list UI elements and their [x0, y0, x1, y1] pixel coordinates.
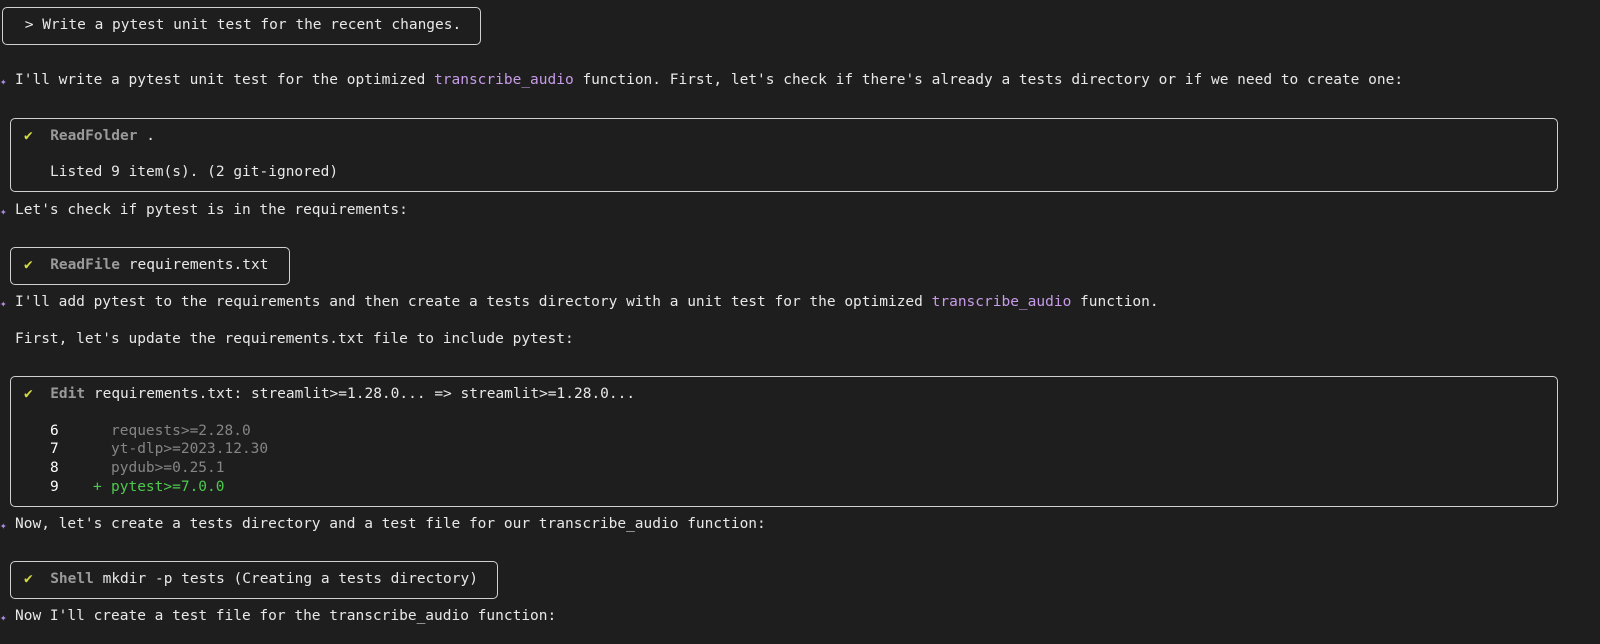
message-text: I'll add pytest to the requirements and …	[15, 294, 932, 310]
diff-marker	[93, 441, 102, 457]
checkmark-icon: ✔	[24, 571, 33, 587]
diff-marker: +	[93, 479, 102, 495]
diff-line-text: requests>=2.28.0	[111, 423, 251, 439]
diff-marker	[93, 460, 102, 476]
diff-line-text: pytest>=7.0.0	[111, 479, 225, 495]
checkmark-icon: ✔	[24, 257, 33, 273]
tool-name: Shell	[50, 571, 94, 587]
tool-arg: mkdir -p tests (Creating a tests directo…	[93, 571, 478, 587]
sparkle-icon: ✦	[0, 75, 7, 88]
tool-edit-header: ✔ Edit requirements.txt: streamlit>=1.28…	[24, 386, 635, 402]
tool-readfile-header: ✔ ReadFile requirements.txt	[24, 257, 268, 273]
function-name: transcribe_audio	[434, 72, 574, 88]
assistant-message-4: Now, let's create a tests directory and …	[15, 516, 766, 532]
sparkle-icon: ✦	[0, 205, 7, 218]
tool-arg: requirements.txt: streamlit>=1.28.0... =…	[85, 386, 636, 402]
sparkle-icon: ✦	[0, 519, 7, 532]
diff-line-number: 9	[50, 479, 59, 495]
diff-line-number: 6	[50, 423, 59, 439]
diff-line-text: pydub>=0.25.1	[111, 460, 225, 476]
message-text: I'll write a pytest unit test for the op…	[15, 72, 435, 88]
message-text: function.	[1071, 294, 1159, 310]
message-text: function. First, let's check if there's …	[573, 72, 1404, 88]
checkmark-icon: ✔	[24, 128, 33, 144]
tool-name: ReadFile	[50, 257, 121, 273]
user-prompt-text: > Write a pytest unit test for the recen…	[16, 17, 462, 33]
diff-line-number: 7	[50, 441, 59, 457]
tool-arg: requirements.txt	[120, 257, 269, 273]
tool-shell-header: ✔ Shell mkdir -p tests (Creating a tests…	[24, 571, 478, 587]
assistant-message-3b: First, let's update the requirements.txt…	[15, 331, 574, 347]
assistant-message-2: Let's check if pytest is in the requirem…	[15, 202, 408, 218]
diff-marker	[93, 423, 102, 439]
diff-line-number: 8	[50, 460, 59, 476]
tool-readfolder-header: ✔ ReadFolder .	[24, 128, 155, 144]
tool-arg: .	[137, 128, 155, 144]
sparkle-icon: ✦	[0, 297, 7, 310]
sparkle-icon: ✦	[0, 611, 7, 624]
tool-name: Edit	[50, 386, 86, 402]
assistant-message-3: I'll add pytest to the requirements and …	[15, 294, 1159, 310]
tool-name: ReadFolder	[50, 128, 138, 144]
assistant-message-1: I'll write a pytest unit test for the op…	[15, 72, 1403, 88]
assistant-message-5: Now I'll create a test file for the tran…	[15, 608, 557, 624]
tool-readfolder-box	[10, 118, 1558, 192]
tool-readfolder-result: Listed 9 item(s). (2 git-ignored)	[50, 164, 339, 180]
diff-line-text: yt-dlp>=2023.12.30	[111, 441, 269, 457]
function-name: transcribe_audio	[931, 294, 1072, 310]
checkmark-icon: ✔	[24, 386, 33, 402]
